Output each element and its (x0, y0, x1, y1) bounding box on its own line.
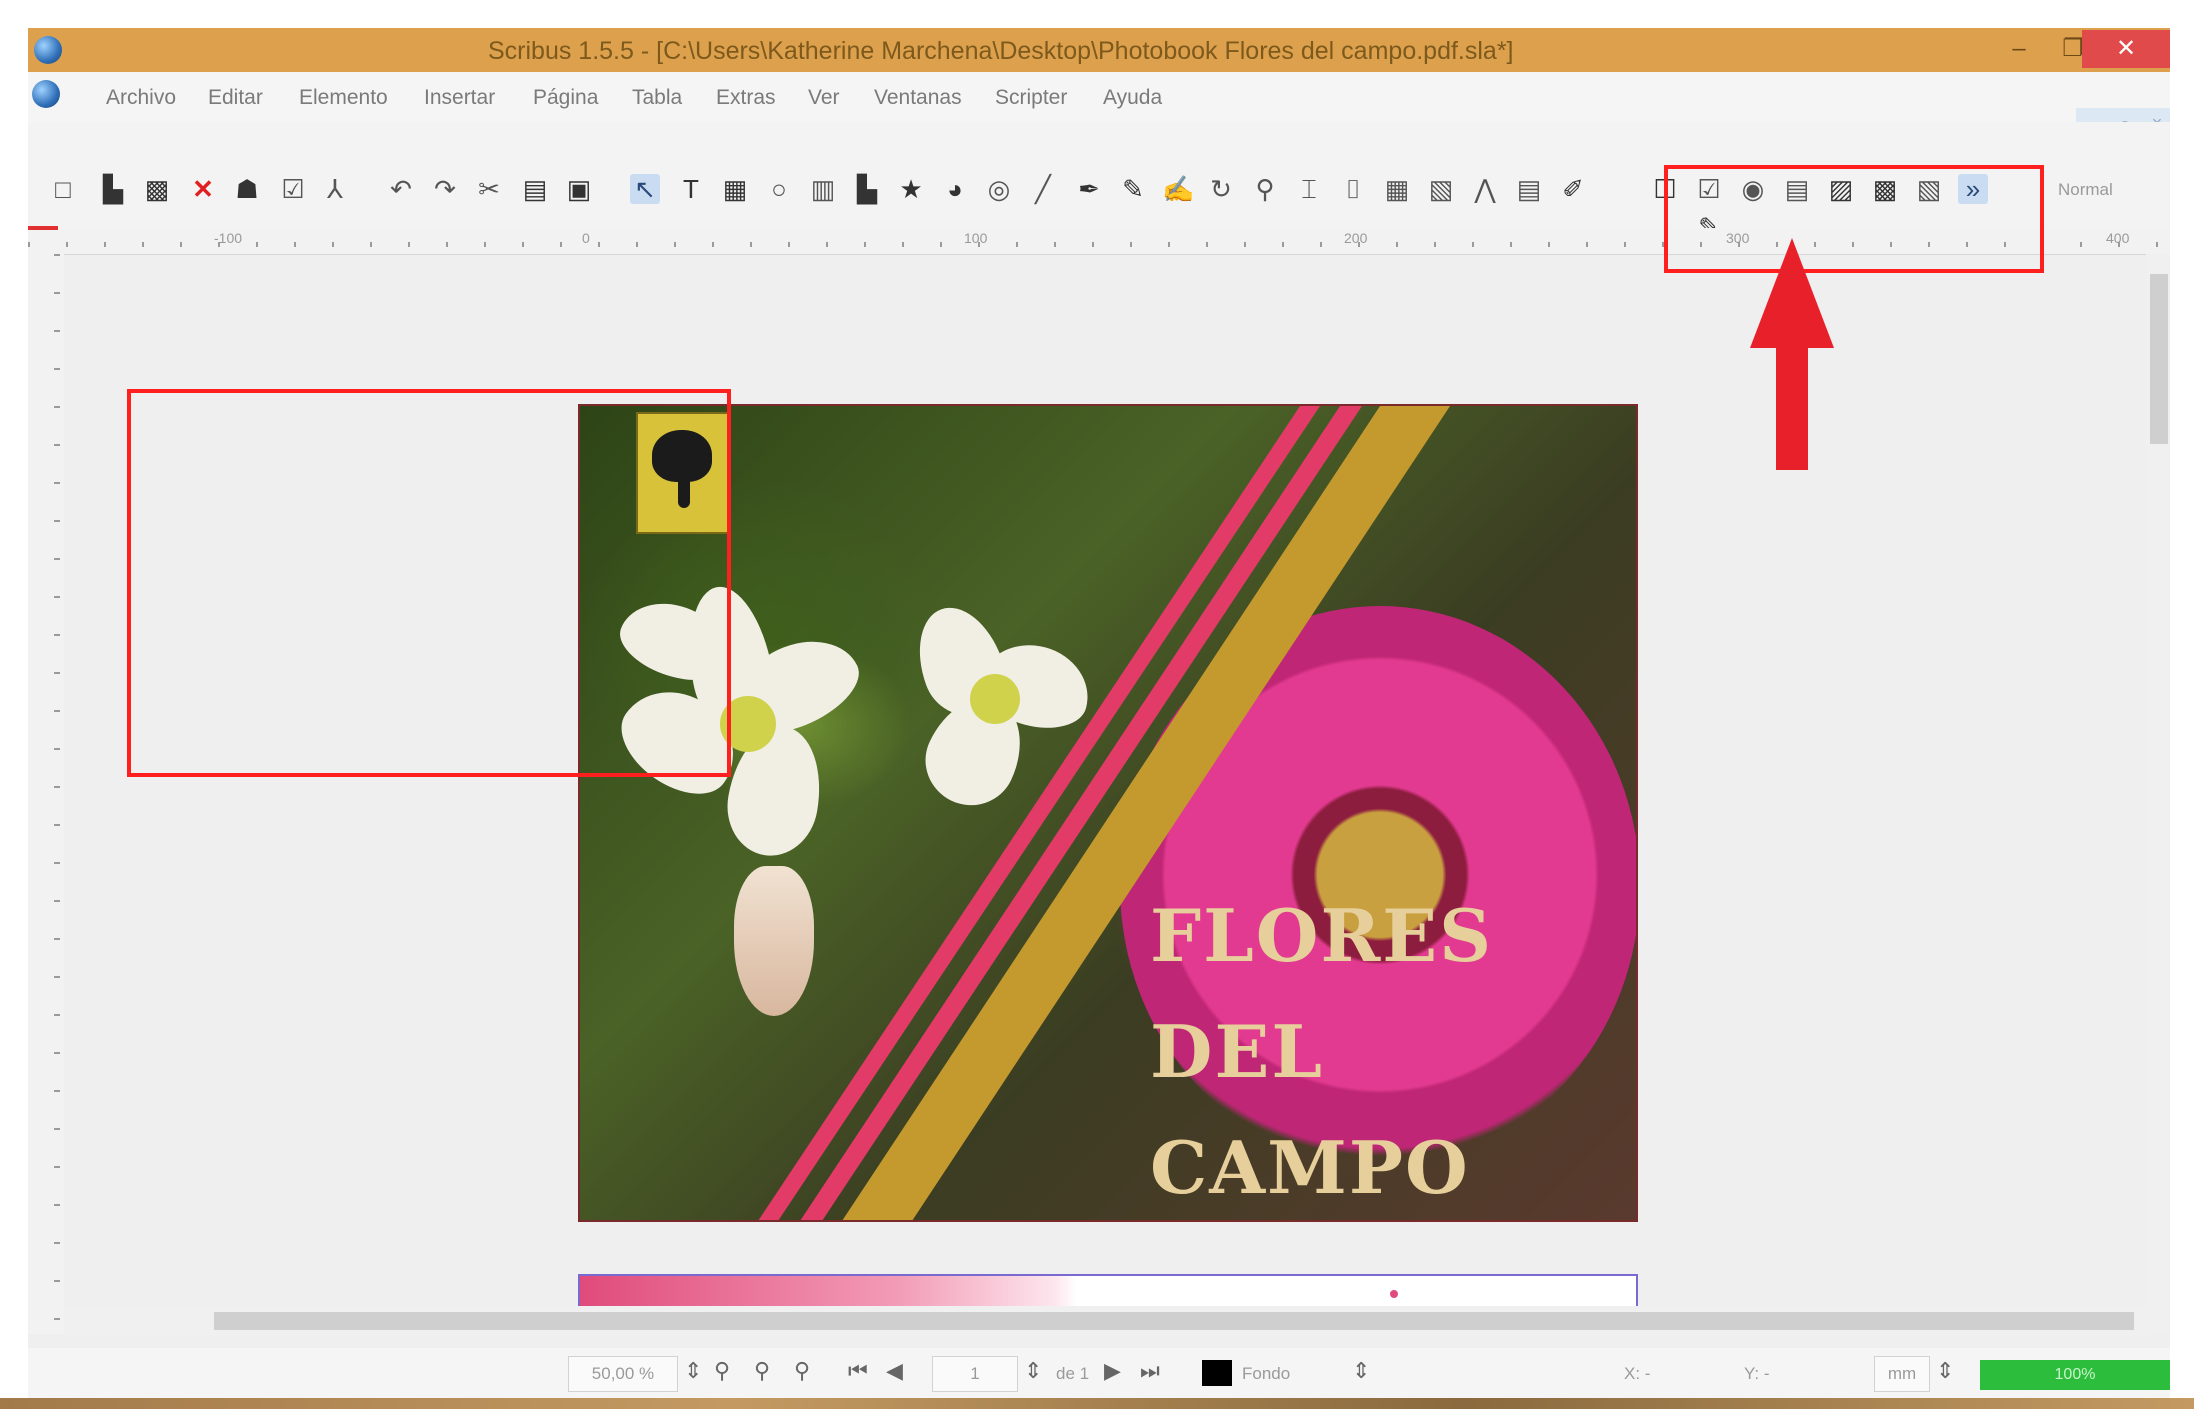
open-document-icon[interactable]: ▙ (98, 174, 128, 204)
cover-page[interactable]: FLORES DEL CAMPO (578, 404, 1638, 1222)
cover-title-line: FLORES (1150, 893, 1494, 978)
menu-elemento[interactable]: Elemento (299, 86, 388, 110)
vertical-scroll-thumb[interactable] (2150, 274, 2168, 444)
cover-title-line: DEL (1150, 1009, 1324, 1094)
redo-icon[interactable]: ↷ (430, 174, 460, 204)
menu-archivo[interactable]: Archivo (106, 86, 176, 110)
ruler-label: 200 (1344, 230, 1368, 246)
ruler-label: -100 (214, 230, 243, 246)
scribus-app-icon[interactable] (34, 36, 62, 64)
vertical-scrollbar[interactable] (2146, 254, 2170, 1334)
shape-icon[interactable]: ○ (764, 174, 794, 204)
close-document-icon[interactable]: ✕ (188, 174, 218, 204)
select-item-icon[interactable]: ↖ (630, 174, 660, 204)
new-document-icon[interactable]: □ (48, 174, 78, 204)
minimize-button[interactable]: – (1992, 30, 2046, 68)
last-page-icon[interactable]: ⏭ (1140, 1358, 1160, 1384)
units-dropdown-icon[interactable]: ⇕ (1936, 1358, 1954, 1384)
units-select[interactable]: mm (1874, 1356, 1930, 1392)
edit-text-icon[interactable]: ⌷ (1338, 174, 1368, 204)
red-arrow-annotation (1750, 238, 1834, 470)
freehand-line-icon[interactable]: ✎ (1118, 174, 1148, 204)
up-arrow-icon (1750, 238, 1834, 470)
ruler-label: 400 (2106, 230, 2130, 246)
eye-dropper-icon[interactable]: ✐ (1558, 174, 1588, 204)
x-coordinate-label: X: - (1624, 1364, 1651, 1383)
next-page-preview[interactable] (578, 1274, 1638, 1308)
unlink-frames-icon[interactable]: ▧ (1426, 174, 1456, 204)
vertical-ruler (28, 254, 64, 1334)
bezier-icon[interactable]: ✒ (1074, 174, 1104, 204)
print-icon[interactable]: ☗ (232, 174, 262, 204)
layer-select[interactable]: Fondo (1242, 1364, 1290, 1384)
ruler-label: 100 (964, 230, 988, 246)
taskbar (0, 1398, 2194, 1409)
zoom-100-icon[interactable]: ⚲ (754, 1358, 770, 1384)
scribus-window: Scribus 1.5.5 - [C:\Users\Katherine Marc… (28, 28, 2170, 1399)
preflight-check-icon[interactable]: ☑ (278, 174, 308, 204)
copy-icon[interactable]: ▤ (520, 174, 550, 204)
paste-icon[interactable]: ▣ (564, 174, 594, 204)
status-bar: 50,00 % ⇕ ⚲ ⚲ ⚲ ⏮ ◀ 1 ⇕ de 1 ▶ ⏭ Fondo ⇕… (28, 1348, 2170, 1399)
horizontal-scrollbar[interactable] (64, 1306, 2146, 1336)
menu-extras[interactable]: Extras (716, 86, 776, 110)
page-of-label: de 1 (1056, 1364, 1090, 1383)
menu-ver[interactable]: Ver (808, 86, 840, 110)
menu-pagina[interactable]: Página (533, 86, 598, 110)
calligraphic-line-icon[interactable]: ✍ (1162, 174, 1194, 204)
menu-bar: Archivo Editar Elemento Insertar Página … (28, 72, 2170, 138)
next-page-icon[interactable]: ▶ (1104, 1358, 1121, 1384)
highlight-empty-area (127, 389, 731, 777)
title-bar: Scribus 1.5.5 - [C:\Users\Katherine Marc… (28, 28, 2170, 72)
horizontal-scroll-thumb[interactable] (214, 1312, 2134, 1330)
edit-mode-combo[interactable]: Normal (2058, 180, 2113, 200)
text-frame-icon[interactable]: T (676, 174, 706, 204)
polygon-icon[interactable]: ★ (896, 174, 926, 204)
undo-icon[interactable]: ↶ (386, 174, 416, 204)
cover-title-line: CAMPO (1150, 1125, 1470, 1210)
edit-contents-icon[interactable]: ⌶ (1294, 174, 1324, 204)
zoom-icon[interactable]: ⚲ (1250, 174, 1280, 204)
render-frame-icon[interactable]: ▙ (852, 174, 882, 204)
image-frame-icon[interactable]: ▦ (720, 174, 750, 204)
menu-scripter[interactable]: Scripter (995, 86, 1067, 110)
line-icon[interactable]: ╱ (1028, 174, 1058, 204)
copy-properties-icon[interactable]: ▤ (1514, 174, 1544, 204)
spiral-icon[interactable]: ◎ (984, 174, 1014, 204)
menu-ayuda[interactable]: Ayuda (1103, 86, 1162, 110)
cover-title: FLORES DEL CAMPO (1150, 878, 1494, 1220)
highlight-pdf-tools (1664, 165, 2044, 273)
layer-color-swatch (1202, 1360, 1232, 1386)
progress-bar: 100% (1980, 1360, 2170, 1390)
menu-ventanas[interactable]: Ventanas (874, 86, 962, 110)
zoom-in-icon[interactable]: ⚲ (794, 1358, 810, 1384)
document-icon[interactable] (32, 80, 60, 108)
menu-insertar[interactable]: Insertar (424, 86, 495, 110)
window-title: Scribus 1.5.5 - [C:\Users\Katherine Marc… (488, 37, 1514, 65)
zoom-input[interactable]: 50,00 % (568, 1356, 678, 1392)
layer-dropdown-icon[interactable]: ⇕ (1352, 1358, 1370, 1384)
table-icon[interactable]: ▥ (808, 174, 838, 204)
close-button[interactable]: ✕ (2082, 30, 2170, 68)
y-coordinate-label: Y: - (1744, 1364, 1770, 1383)
ruler-origin-marker (28, 226, 58, 230)
first-page-icon[interactable]: ⏮ (848, 1358, 868, 1384)
page-marker-dot (1390, 1290, 1398, 1298)
page-stepper-icon[interactable]: ⇕ (1024, 1358, 1042, 1384)
rotate-item-icon[interactable]: ↻ (1206, 174, 1236, 204)
arc-icon[interactable]: ◕ (940, 174, 970, 204)
menu-editar[interactable]: Editar (208, 86, 263, 110)
save-icon[interactable]: ▩ (142, 174, 172, 204)
zoom-stepper-icon[interactable]: ⇕ (684, 1358, 702, 1384)
measurements-icon[interactable]: ⋀ (1470, 174, 1500, 204)
page-number-input[interactable]: 1 (932, 1356, 1018, 1392)
export-pdf-icon[interactable]: ⅄ (320, 174, 350, 204)
menu-tabla[interactable]: Tabla (632, 86, 682, 110)
zoom-out-icon[interactable]: ⚲ (714, 1358, 730, 1384)
link-frames-icon[interactable]: ▦ (1382, 174, 1412, 204)
previous-page-icon[interactable]: ◀ (886, 1358, 903, 1384)
cut-icon[interactable]: ✂ (474, 174, 504, 204)
ruler-label: 0 (582, 230, 590, 246)
